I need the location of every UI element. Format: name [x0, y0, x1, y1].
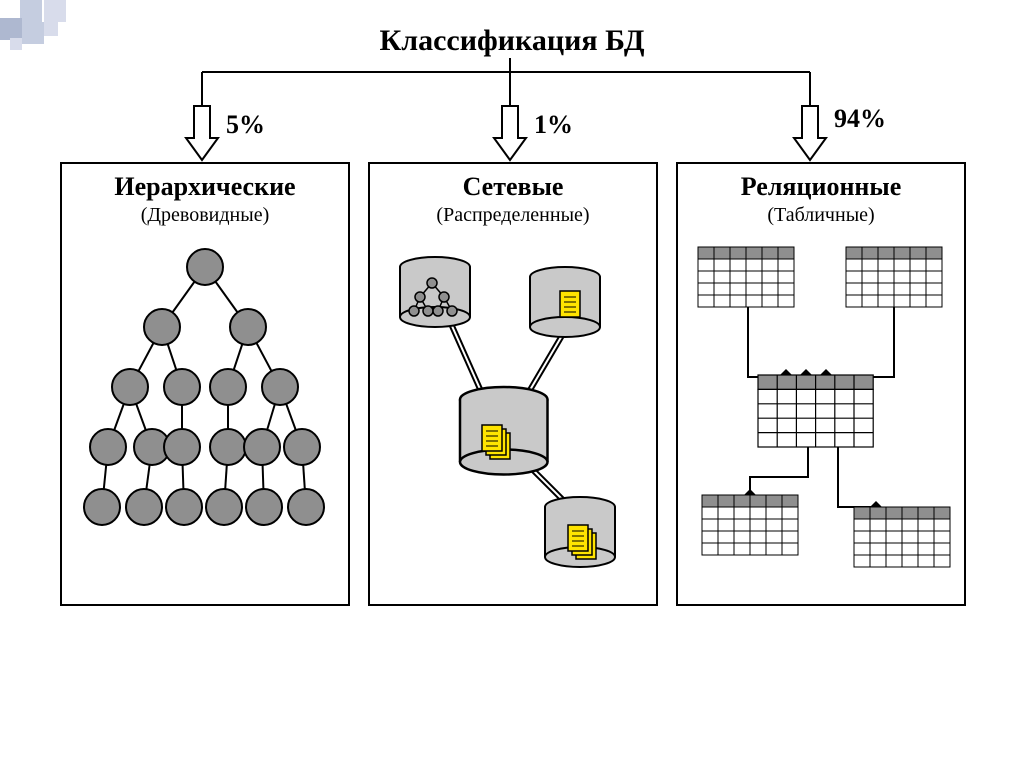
arrow-icon	[184, 104, 220, 162]
arrow-icon	[792, 104, 828, 162]
col-subtitle: (Распределенные)	[370, 204, 656, 227]
network-diagram-icon	[370, 227, 656, 587]
col-network: Сетевые (Распределенные)	[368, 162, 658, 606]
col-subtitle: (Табличные)	[678, 204, 964, 227]
col-title: Реляционные	[678, 172, 964, 202]
col-hierarchical: Иерархические (Древовидные)	[60, 162, 350, 606]
tree-diagram-icon	[62, 227, 348, 587]
tables-diagram-icon	[678, 227, 964, 587]
percent-label: 1%	[534, 110, 573, 140]
col-relational: Реляционные (Табличные)	[676, 162, 966, 606]
col-title: Сетевые	[370, 172, 656, 202]
percent-label: 94%	[834, 104, 886, 134]
col-title: Иерархические	[62, 172, 348, 202]
col-subtitle: (Древовидные)	[62, 204, 348, 227]
percent-label: 5%	[226, 110, 265, 140]
arrow-icon	[492, 104, 528, 162]
